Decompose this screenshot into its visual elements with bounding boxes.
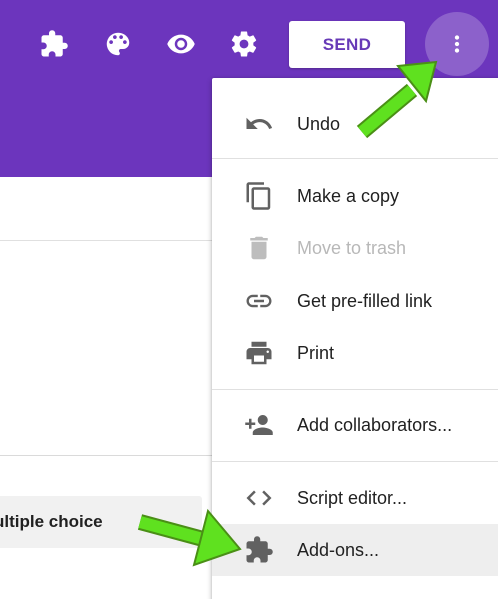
- menu-item-undo[interactable]: Undo: [212, 98, 498, 150]
- theme-button[interactable]: [100, 26, 136, 62]
- link-icon: [243, 285, 275, 317]
- menu-item-label: Print: [297, 342, 335, 363]
- more-options-menu: Undo Make a copy Move to trash Get pre-f…: [212, 78, 498, 599]
- menu-divider: [212, 389, 498, 390]
- trash-icon: [243, 232, 275, 264]
- addons-toolbar-button[interactable]: [36, 26, 72, 62]
- menu-divider: [212, 461, 498, 462]
- menu-item-add-collaborators[interactable]: Add collaborators...: [212, 399, 498, 451]
- preview-button[interactable]: [163, 26, 199, 62]
- menu-item-move-to-trash[interactable]: Move to trash: [212, 222, 498, 274]
- menu-item-label: Script editor...: [297, 487, 408, 508]
- puzzle-icon: [41, 30, 68, 57]
- question-type-select[interactable]: ultiple choice: [0, 496, 202, 548]
- print-icon: [243, 337, 275, 369]
- eye-icon: [167, 34, 195, 54]
- menu-item-add-ons[interactable]: Add-ons...: [212, 524, 498, 576]
- menu-item-make-copy[interactable]: Make a copy: [212, 170, 498, 222]
- menu-item-label: Add-ons...: [297, 539, 380, 560]
- menu-item-label: Make a copy: [297, 185, 400, 206]
- menu-item-print[interactable]: Print: [212, 327, 498, 379]
- menu-item-label: Get pre-filled link: [297, 290, 433, 311]
- menu-item-label: Undo: [297, 113, 341, 134]
- code-icon: [243, 482, 275, 514]
- puzzle-icon: [243, 534, 275, 566]
- copy-icon: [243, 180, 275, 212]
- add-people-icon: [243, 409, 275, 441]
- gear-icon: [231, 31, 257, 57]
- more-vert-icon: [454, 35, 460, 53]
- send-button[interactable]: SEND: [289, 21, 405, 68]
- menu-divider: [212, 158, 498, 159]
- settings-button[interactable]: [226, 26, 262, 62]
- more-options-button[interactable]: [425, 12, 489, 76]
- menu-item-label: Move to trash: [297, 237, 407, 258]
- menu-item-prefilled-link[interactable]: Get pre-filled link: [212, 275, 498, 327]
- palette-icon: [106, 32, 130, 56]
- menu-item-script-editor[interactable]: Script editor...: [212, 472, 498, 524]
- menu-item-label: Add collaborators...: [297, 414, 453, 435]
- question-type-label: ultiple choice: [0, 512, 103, 531]
- undo-icon: [243, 108, 275, 140]
